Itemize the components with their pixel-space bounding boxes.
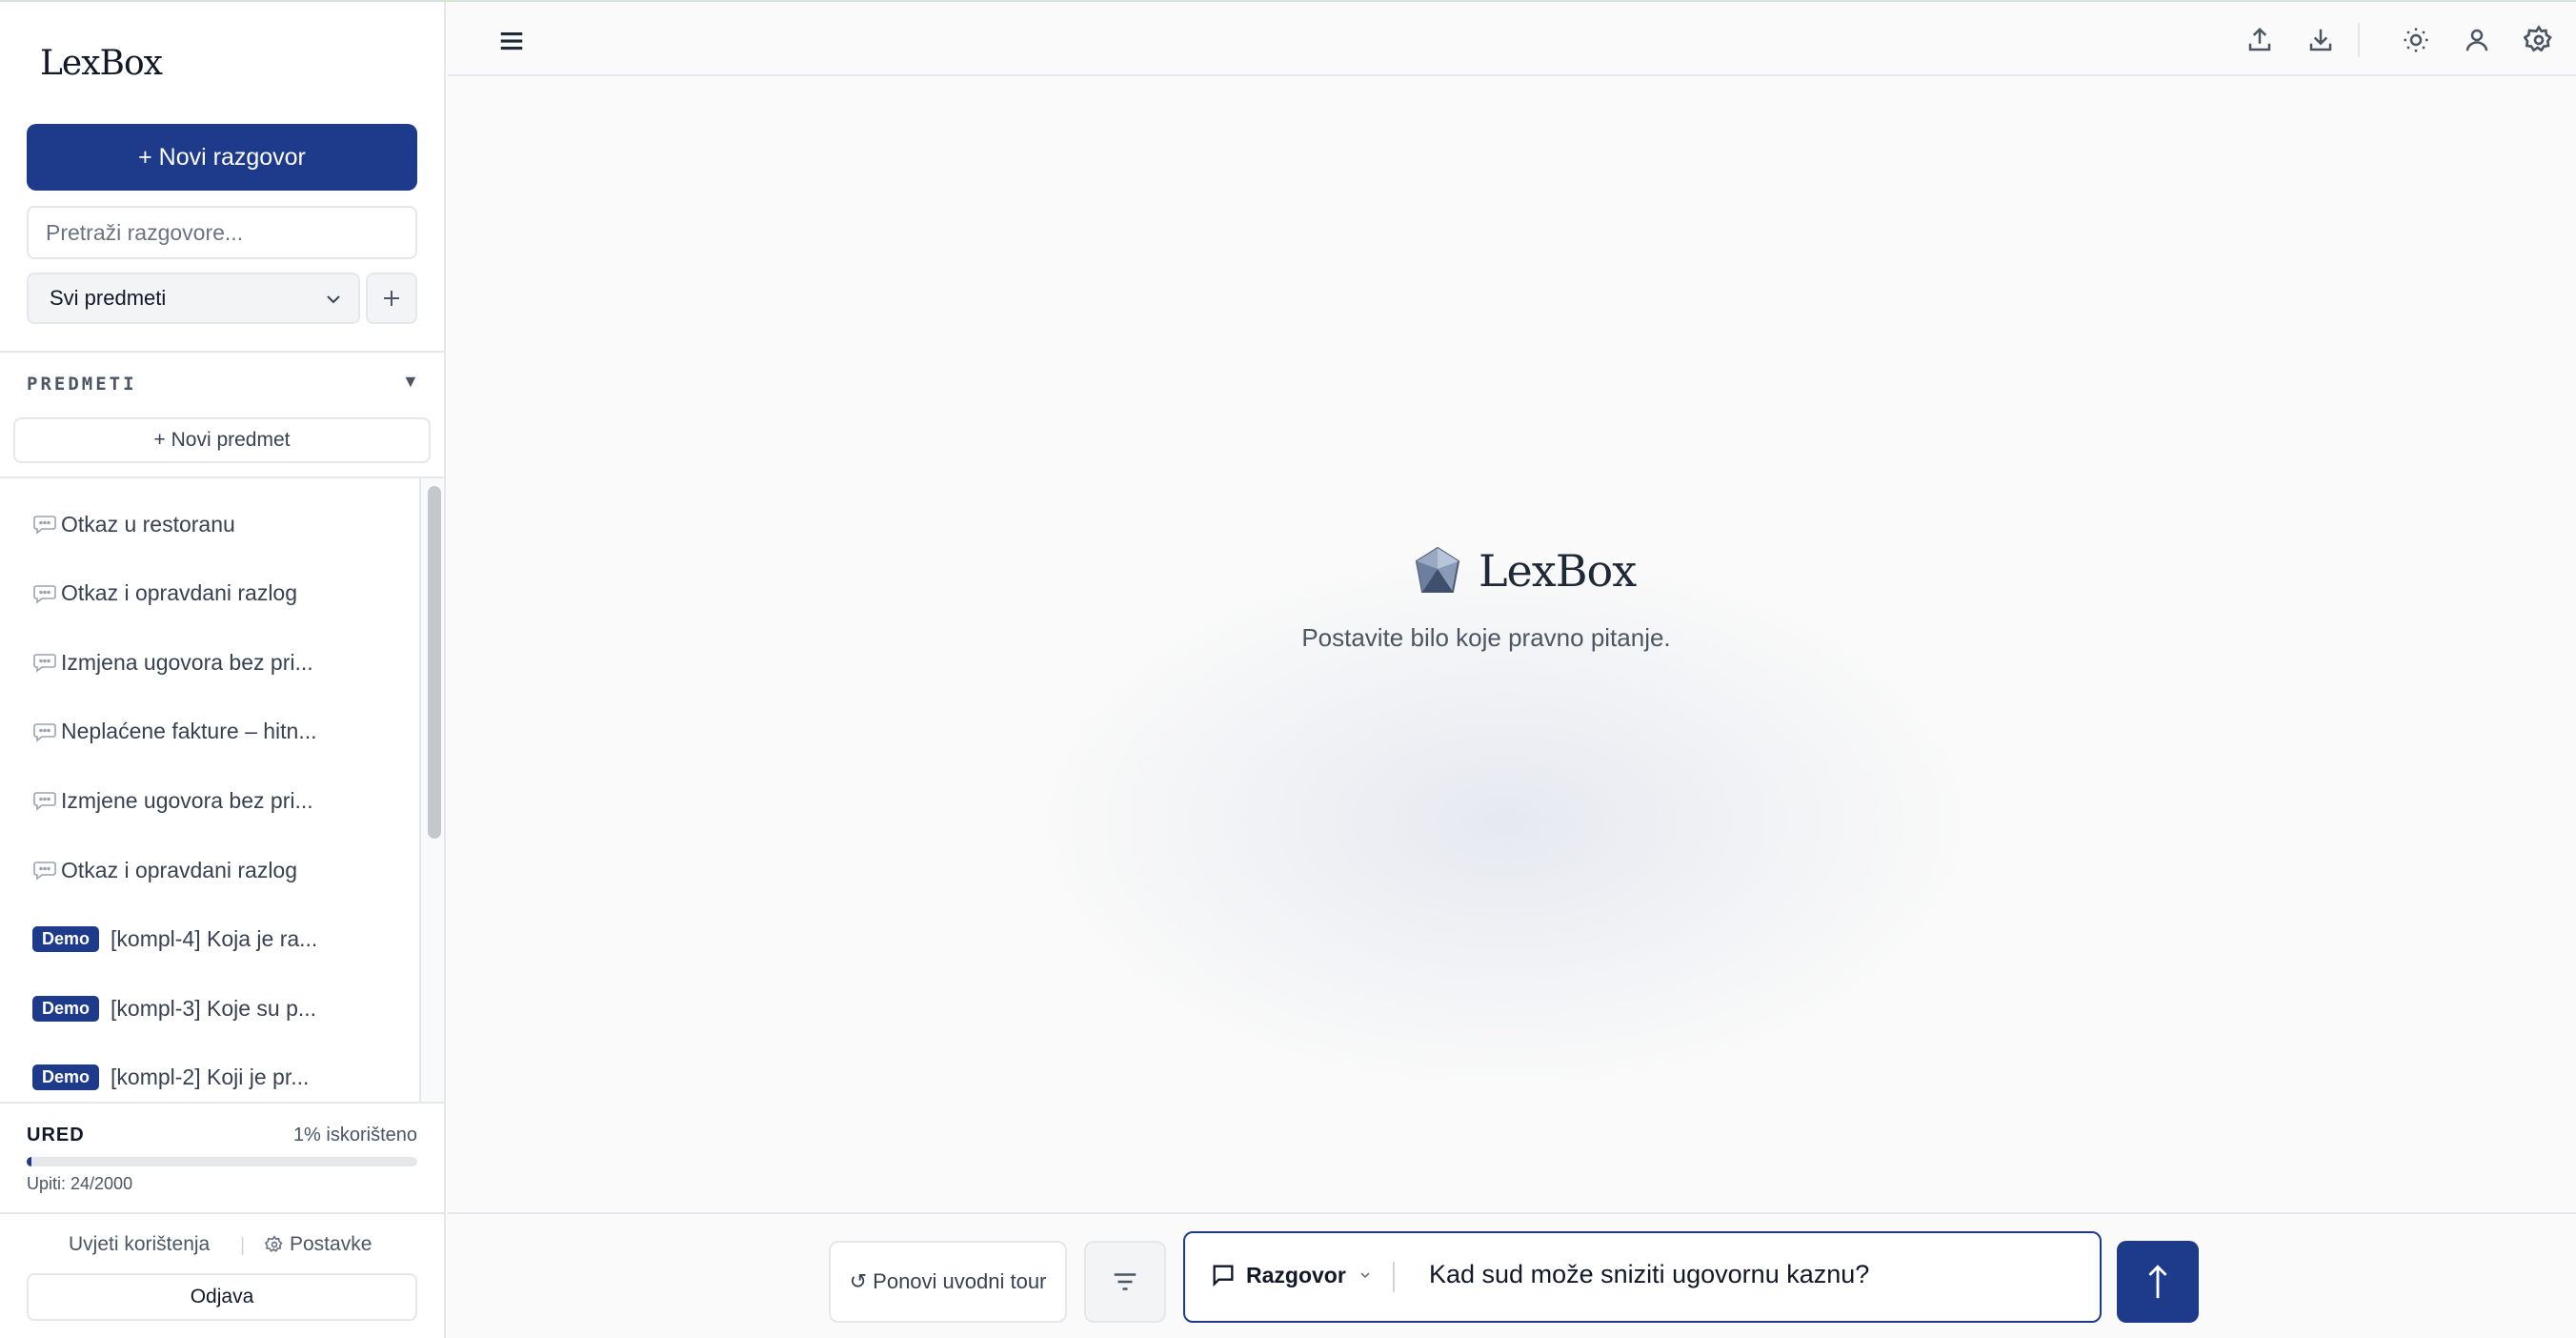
conversation-title: Izmjena ugovora bez pri... <box>61 649 313 675</box>
hero-title: LexBox <box>1479 545 1637 597</box>
conversation-title: Otkaz i opravdani razlog <box>61 580 298 606</box>
top-bar <box>448 2 2576 76</box>
send-button[interactable] <box>2117 1241 2199 1323</box>
new-chat-button[interactable]: + Novi razgovor <box>27 124 417 191</box>
plan-label: URED <box>27 1125 85 1145</box>
restart-tour-button[interactable]: ↺ Ponovi uvodni tour <box>829 1241 1067 1323</box>
subject-filter-select[interactable]: Svi predmeti <box>27 273 360 324</box>
terms-link[interactable]: Uvjeti korištenja <box>69 1233 210 1256</box>
conversation-item[interactable]: Demo [kompl-3] Koje su p... <box>32 989 316 1027</box>
message-composer[interactable]: Razgovor Kad sud može sniziti ugovornu k… <box>1183 1231 2102 1323</box>
profile-button[interactable] <box>2458 21 2496 59</box>
menu-icon[interactable] <box>497 27 526 55</box>
queries-count: Upiti: 24/2000 <box>27 1174 133 1193</box>
conversation-title: Izmjene ugovora bez pri... <box>61 787 313 813</box>
chat-bubble-icon <box>1213 1265 1234 1287</box>
upload-button[interactable] <box>2241 21 2279 59</box>
usage-progress-bar <box>27 1157 417 1166</box>
download-button[interactable] <box>2302 21 2340 59</box>
usage-percent: 1% iskorišteno <box>292 1125 417 1145</box>
conversation-title: [kompl-2] Koji je pr... <box>111 1064 310 1090</box>
lexbox-gem-icon <box>1415 546 1460 593</box>
chat-bubble-icon <box>32 790 57 812</box>
chat-bubble-icon <box>32 514 57 535</box>
scrollbar-thumb[interactable] <box>428 486 441 839</box>
sidebar: LexBox + Novi razgovor Pretraži razgovor… <box>0 2 446 1338</box>
filter-icon <box>1114 1273 1137 1290</box>
mode-select[interactable]: Razgovor <box>1210 1262 1382 1288</box>
usage-panel: URED 1% iskorišteno Upiti: 24/2000 Uvjet… <box>0 1102 444 1338</box>
hero-subtitle: Postavite bilo koje pravno pitanje. <box>1301 623 1671 652</box>
conversation-item[interactable]: Otkaz u restoranu <box>32 505 235 543</box>
conversation-item[interactable]: Otkaz i opravdani razlog <box>32 575 297 613</box>
scrollbar[interactable] <box>419 478 444 1102</box>
link-separator: | <box>240 1235 246 1256</box>
new-subject-button[interactable]: + Novi predmet <box>13 417 431 463</box>
chat-bubble-icon <box>32 652 57 673</box>
main-area: LexBox Postavite bilo koje pravno pitanj… <box>448 78 2576 1212</box>
chat-bubble-icon <box>32 860 57 881</box>
usage-progress-fill <box>27 1157 31 1166</box>
sun-icon <box>2404 28 2428 52</box>
conversation-item[interactable]: Demo [kompl-2] Koji je pr... <box>32 1059 309 1097</box>
user-icon <box>2465 29 2488 51</box>
composer-area: ↺ Ponovi uvodni tour Razgovor Kad sud mo… <box>448 1212 2576 1338</box>
toolbar-separator <box>2358 23 2360 57</box>
arrow-up-icon <box>2148 1265 2167 1299</box>
conversation-item[interactable]: Otkaz i opravdani razlog <box>32 851 297 889</box>
settings-link-label: Postavke <box>290 1233 372 1255</box>
conversation-title: [kompl-4] Koja je ra... <box>111 926 318 952</box>
chevron-down-icon <box>1360 1272 1370 1279</box>
chat-bubble-icon <box>32 721 57 742</box>
hero-logo: LexBox <box>1414 545 1637 597</box>
chat-bubble-icon <box>32 583 57 604</box>
app-window: LexBox + Novi razgovor Pretraži razgovor… <box>0 0 2576 1338</box>
subjects-section-title: PREDMETI <box>27 374 137 395</box>
settings-button[interactable] <box>2520 21 2558 59</box>
add-subject-button[interactable] <box>366 273 417 324</box>
divider <box>0 476 444 478</box>
download-icon <box>2309 29 2332 51</box>
search-input[interactable]: Pretraži razgovore... <box>27 206 417 259</box>
mode-label: Razgovor <box>1246 1262 1346 1287</box>
conversation-item[interactable]: Demo [kompl-4] Koja je ra... <box>32 921 317 959</box>
conversation-item[interactable]: Izmjena ugovora bez pri... <box>32 643 313 681</box>
logout-button[interactable]: Odjava <box>27 1273 417 1321</box>
conversation-item[interactable]: Izmjene ugovora bez pri... <box>32 781 313 820</box>
demo-badge: Demo <box>32 995 100 1022</box>
settings-icon <box>2524 25 2552 52</box>
conversation-item[interactable]: Neplaćene fakture – hitn... <box>32 713 317 751</box>
filter-button[interactable] <box>1084 1241 1166 1323</box>
settings-link[interactable]: Postavke <box>265 1233 372 1256</box>
sidebar-logo: LexBox <box>40 44 163 83</box>
theme-toggle-button[interactable] <box>2397 21 2435 59</box>
subject-filter-value: Svi predmeti <box>50 286 167 310</box>
conversation-title: Otkaz u restoranu <box>61 511 235 537</box>
mode-separator <box>1393 1262 1395 1292</box>
section-toggle-icon[interactable]: ▼ <box>402 372 419 392</box>
divider <box>0 1212 444 1214</box>
conversation-title: Otkaz i opravdani razlog <box>61 857 298 882</box>
demo-badge: Demo <box>32 1064 100 1091</box>
conversation-list: Otkaz u restoranu Otkaz i opravdani razlo… <box>0 482 419 1102</box>
chevron-down-icon <box>327 295 340 304</box>
upload-icon <box>2248 27 2271 51</box>
gear-icon <box>265 1235 283 1252</box>
conversation-title: Neplaćene fakture – hitn... <box>61 719 317 744</box>
plus-icon <box>384 291 399 306</box>
divider <box>0 351 444 353</box>
message-input[interactable]: Kad sud može sniziti ugovornu kaznu? <box>1429 1260 1869 1289</box>
demo-badge: Demo <box>32 926 100 953</box>
conversation-title: [kompl-3] Koje su p... <box>111 995 317 1021</box>
